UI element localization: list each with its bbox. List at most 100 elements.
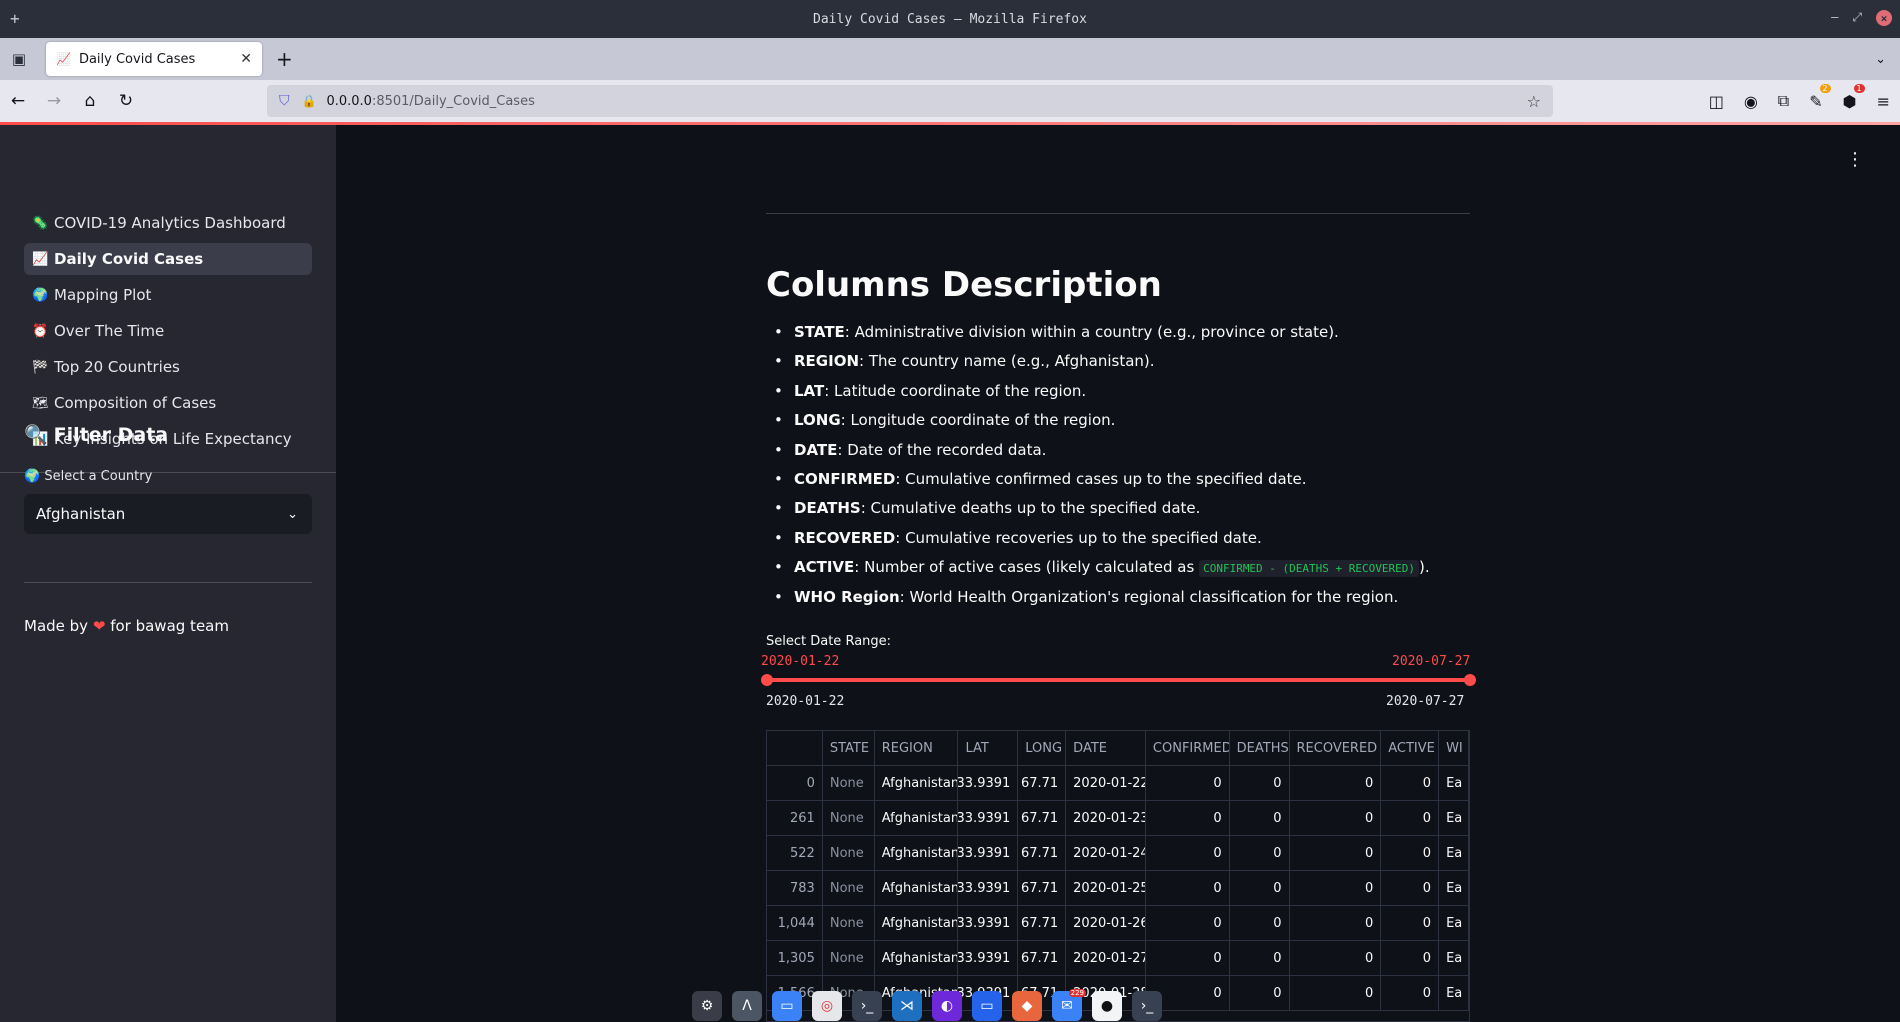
nav-item-top-20-countries[interactable]: 🏁 Top 20 Countries bbox=[24, 351, 312, 383]
table-cell[interactable]: 2020-01-23 bbox=[1066, 801, 1146, 835]
nav-item-daily-covid-cases[interactable]: 📈 Daily Covid Cases bbox=[24, 243, 312, 275]
table-cell[interactable]: 67.71 bbox=[1018, 801, 1067, 835]
settings-app-icon[interactable]: ⚙ bbox=[692, 991, 722, 1021]
files-app-icon[interactable]: ▭ bbox=[772, 991, 802, 1021]
maximize-icon[interactable]: ⤢ bbox=[1852, 10, 1862, 26]
table-cell[interactable]: 522 bbox=[767, 836, 823, 870]
pocket-icon[interactable]: ◫ bbox=[1709, 92, 1724, 111]
table-cell[interactable]: None bbox=[823, 906, 875, 940]
table-cell[interactable]: 2020-01-27 bbox=[1066, 941, 1146, 975]
table-cell[interactable]: 0 bbox=[1381, 871, 1440, 905]
table-cell[interactable]: Ea bbox=[1439, 766, 1469, 800]
table-cell[interactable]: 1,044 bbox=[767, 906, 823, 940]
table-cell[interactable]: 33.9391 bbox=[958, 801, 1019, 835]
new-window-icon[interactable]: + bbox=[10, 9, 20, 28]
table-cell[interactable]: None bbox=[823, 871, 875, 905]
table-cell[interactable]: 0 bbox=[1381, 941, 1440, 975]
table-cell[interactable]: 33.9391 bbox=[958, 941, 1019, 975]
table-cell[interactable]: 0 bbox=[1290, 976, 1382, 1010]
table-cell[interactable]: None bbox=[823, 941, 875, 975]
table-cell[interactable]: 0 bbox=[1290, 871, 1382, 905]
date-range-slider-start-handle[interactable] bbox=[761, 674, 773, 686]
terminal-2-app-icon[interactable]: ›_ bbox=[1132, 991, 1162, 1021]
table-cell[interactable]: 2020-01-25 bbox=[1066, 871, 1146, 905]
nav-item-mapping-plot[interactable]: 🌍 Mapping Plot bbox=[24, 279, 312, 311]
table-cell[interactable]: 0 bbox=[1230, 836, 1290, 870]
table-cell[interactable]: 0 bbox=[1230, 801, 1290, 835]
country-select[interactable]: Afghanistan ⌄ bbox=[24, 494, 312, 534]
table-header-cell[interactable]: STATE bbox=[823, 731, 875, 765]
browser-app-icon[interactable]: ◐ bbox=[932, 991, 962, 1021]
table-cell[interactable]: 0 bbox=[1381, 766, 1440, 800]
table-header-cell[interactable]: LONG bbox=[1018, 731, 1067, 765]
table-header-cell[interactable]: WI bbox=[1439, 731, 1469, 765]
terminal-app-icon[interactable]: ›_ bbox=[852, 991, 882, 1021]
table-cell[interactable]: 67.71 bbox=[1018, 906, 1067, 940]
table-cell[interactable]: Ea bbox=[1439, 836, 1469, 870]
shield-icon[interactable]: ⛉ bbox=[279, 93, 290, 109]
table-cell[interactable]: Afghanistan bbox=[875, 941, 959, 975]
gitlab-app-icon[interactable]: ◆ bbox=[1012, 991, 1042, 1021]
table-header-cell[interactable]: DEATHS bbox=[1230, 731, 1290, 765]
table-cell[interactable]: Ea bbox=[1439, 801, 1469, 835]
table-cell[interactable]: Afghanistan bbox=[875, 801, 959, 835]
close-tab-icon[interactable]: ✕ bbox=[240, 51, 252, 67]
vscode-app-icon[interactable]: ⋊ bbox=[892, 991, 922, 1021]
new-tab-icon[interactable]: + bbox=[276, 47, 293, 71]
table-cell[interactable]: 0 bbox=[1290, 836, 1382, 870]
table-cell[interactable]: 0 bbox=[1230, 976, 1290, 1010]
table-cell[interactable]: 0 bbox=[1230, 766, 1290, 800]
browser-tab[interactable]: 📈 Daily Covid Cases ✕ bbox=[46, 42, 262, 76]
table-header-cell[interactable]: LAT bbox=[958, 731, 1019, 765]
table-header-cell[interactable]: ACTIVE bbox=[1381, 731, 1440, 765]
table-cell[interactable]: 0 bbox=[1146, 836, 1230, 870]
close-window-icon[interactable]: × bbox=[1876, 10, 1892, 26]
table-cell[interactable]: 0 bbox=[1146, 871, 1230, 905]
folder-app-icon[interactable]: ▭ bbox=[972, 991, 1002, 1021]
minimize-icon[interactable]: – bbox=[1831, 10, 1838, 26]
list-all-tabs-icon[interactable]: ⌄ bbox=[1875, 52, 1886, 67]
table-cell[interactable]: None bbox=[823, 801, 875, 835]
mail-app-icon[interactable]: ✉ 229 bbox=[1052, 989, 1086, 1021]
date-range-slider-end-handle[interactable] bbox=[1464, 674, 1476, 686]
table-cell[interactable]: 0 bbox=[1290, 766, 1382, 800]
table-cell[interactable]: 2020-01-22 bbox=[1066, 766, 1146, 800]
table-cell[interactable]: 0 bbox=[1381, 801, 1440, 835]
table-cell[interactable]: 0 bbox=[767, 766, 823, 800]
table-cell[interactable]: 0 bbox=[1230, 871, 1290, 905]
table-cell[interactable]: 2020-01-24 bbox=[1066, 836, 1146, 870]
table-cell[interactable]: 0 bbox=[1146, 941, 1230, 975]
table-cell[interactable]: 0 bbox=[1146, 906, 1230, 940]
account-icon[interactable]: ◉ bbox=[1744, 92, 1758, 111]
forward-icon[interactable]: → bbox=[36, 91, 72, 111]
table-cell[interactable]: None bbox=[823, 766, 875, 800]
table-cell[interactable]: Ea bbox=[1439, 871, 1469, 905]
table-cell[interactable]: 33.9391 bbox=[958, 871, 1019, 905]
tab-list-icon[interactable]: ▣ bbox=[0, 50, 38, 68]
ublock-icon[interactable]: ⬢ 1 bbox=[1843, 83, 1865, 111]
nav-item-composition-of-cases[interactable]: 🗺 Composition of Cases bbox=[24, 387, 312, 419]
github-app-icon[interactable]: ● bbox=[1092, 991, 1122, 1021]
lock-icon[interactable]: 🔒 bbox=[302, 94, 317, 108]
table-cell[interactable]: 0 bbox=[1381, 976, 1440, 1010]
chrome-app-icon[interactable]: ◎ bbox=[812, 991, 842, 1021]
reload-icon[interactable]: ↻ bbox=[108, 91, 144, 111]
table-header-cell[interactable]: RECOVERED bbox=[1290, 731, 1382, 765]
back-icon[interactable]: ← bbox=[0, 91, 36, 111]
bookmark-star-icon[interactable]: ☆ bbox=[1527, 92, 1541, 111]
table-header-cell[interactable] bbox=[767, 731, 823, 765]
table-cell[interactable]: 0 bbox=[1230, 941, 1290, 975]
table-cell[interactable]: Afghanistan bbox=[875, 906, 959, 940]
table-cell[interactable]: 33.9391 bbox=[958, 906, 1019, 940]
table-cell[interactable]: Ea bbox=[1439, 941, 1469, 975]
date-range-slider-track[interactable] bbox=[766, 678, 1470, 682]
table-cell[interactable]: 0 bbox=[1290, 906, 1382, 940]
table-header-cell[interactable]: CONFIRMED bbox=[1146, 731, 1230, 765]
table-cell[interactable]: Ea bbox=[1439, 906, 1469, 940]
table-cell[interactable]: 0 bbox=[1230, 906, 1290, 940]
table-cell[interactable]: 33.9391 bbox=[958, 836, 1019, 870]
table-cell[interactable]: 67.71 bbox=[1018, 871, 1067, 905]
menu-icon[interactable]: ≡ bbox=[1877, 92, 1890, 111]
extensions-icon[interactable]: ⧉ bbox=[1778, 91, 1789, 111]
table-cell[interactable]: Afghanistan bbox=[875, 871, 959, 905]
